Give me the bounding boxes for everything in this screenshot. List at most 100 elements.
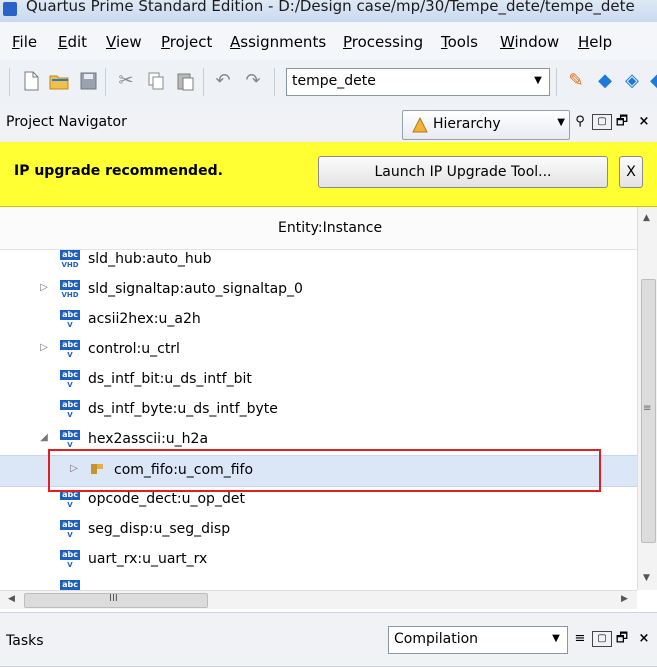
highlight-box — [48, 449, 601, 492]
tree-row-label: sld_signaltap:auto_signaltap_0 — [88, 281, 303, 297]
tree-row-label: uart_rx:u_uart_rx — [88, 551, 208, 567]
scroll-up-icon[interactable]: ▲ — [643, 213, 650, 223]
tasks-title: Tasks — [6, 633, 44, 649]
chevron-down-icon: ▼ — [552, 633, 560, 644]
chevron-down-icon: ▼ — [557, 117, 565, 128]
tree-row[interactable]: abc V ds_intf_bit:u_ds_intf_bit — [0, 365, 637, 395]
undo-icon[interactable]: ↶ — [212, 70, 234, 92]
toolbar-separator — [105, 68, 106, 96]
pin-icon[interactable]: ▢ — [592, 114, 612, 130]
open-folder-icon[interactable] — [48, 70, 70, 92]
collapse-arrow-icon[interactable]: ◢ — [38, 432, 50, 443]
project-combo-value: tempe_dete — [292, 73, 376, 89]
hierarchy-tree: Entity:Instance abc VHD sld_hub:auto_hub ▷ a… — [0, 207, 637, 590]
close-icon[interactable]: × — [636, 114, 652, 130]
tasks-flow-value: Compilation — [394, 631, 479, 647]
toolbar-grip — [9, 68, 10, 96]
float-window-icon[interactable]: 🗗 — [614, 631, 630, 647]
title-bar: Quartus Prime Standard Edition - D:/Desi… — [0, 0, 657, 22]
tree-row[interactable]: abc VHD sld_hub:auto_hub — [0, 245, 637, 275]
horizontal-scrollbar[interactable]: ◀ III ▶ — [0, 590, 637, 609]
verilog-file-icon: abcV — [60, 310, 80, 330]
pin-icon[interactable]: ▢ — [592, 631, 612, 647]
app-icon — [3, 2, 17, 16]
ip-upgrade-message: IP upgrade recommended. — [14, 163, 223, 179]
ip-upgrade-banner: IP upgrade recommended. Launch IP Upgrad… — [0, 142, 657, 207]
verilog-file-icon: abcV — [60, 430, 80, 450]
entity-instance-column: Entity:Instance — [278, 220, 383, 236]
tree-row-label: ds_intf_byte:u_ds_intf_byte — [88, 401, 278, 417]
menu-help[interactable]: Help — [578, 33, 612, 51]
more-toolbar-icon[interactable]: ◆ — [646, 70, 657, 92]
verilog-file-icon: abcV — [60, 580, 80, 590]
menu-assignments[interactable]: Assignments — [230, 33, 326, 51]
redo-icon[interactable]: ↷ — [242, 70, 264, 92]
hierarchy-dropdown[interactable]: Hierarchy ▼ — [402, 110, 570, 140]
tree-column-header[interactable]: Entity:Instance — [0, 207, 637, 250]
tree-row[interactable]: ▷ abc V control:u_ctrl — [0, 335, 637, 365]
tree-row[interactable]: abc V uart_rx:u_uart_rx — [0, 545, 637, 575]
verilog-file-icon: abcV — [60, 550, 80, 570]
tasks-header: Tasks Compilation ▼ ≡ ▢ 🗗 × — [0, 612, 657, 667]
project-combo[interactable]: tempe_dete ▼ — [286, 68, 550, 96]
tree-row-label: acsii2hex:u_a2h — [88, 311, 201, 327]
compile-diamond-icon[interactable]: ◆ — [594, 70, 616, 92]
hierarchy-label: Hierarchy — [433, 116, 501, 132]
tree-row[interactable]: abc V ds_intf_byte:u_ds_intf_byte — [0, 395, 637, 425]
new-file-icon[interactable] — [20, 70, 42, 92]
verilog-file-icon: abcV — [60, 490, 80, 510]
toolbar-separator-2 — [203, 68, 204, 96]
verilog-file-icon: abcV — [60, 370, 80, 390]
list-view-icon[interactable]: ≡ — [572, 631, 588, 647]
menu-bar: File Edit View Project Assignments Proce… — [0, 22, 657, 60]
menu-edit[interactable]: Edit — [58, 33, 87, 51]
scroll-down-icon[interactable]: ▼ — [643, 573, 650, 583]
analysis-diamond-icon[interactable]: ◈ — [621, 70, 643, 92]
tree-row[interactable]: abcV — [0, 575, 637, 590]
copy-icon[interactable] — [145, 70, 167, 92]
expand-arrow-icon[interactable]: ▷ — [38, 342, 50, 353]
menu-window[interactable]: Window — [500, 33, 559, 51]
vhdl-file-icon: abc VHD — [60, 250, 80, 269]
menu-processing[interactable]: Processing — [343, 33, 423, 51]
horizontal-scroll-thumb[interactable]: III — [24, 593, 208, 608]
search-icon[interactable]: ⚲ — [572, 114, 588, 130]
paste-icon[interactable] — [174, 70, 196, 92]
verilog-file-icon: abcV — [60, 340, 80, 360]
menu-file[interactable]: File — [12, 33, 37, 51]
tasks-flow-dropdown[interactable]: Compilation ▼ — [388, 626, 568, 654]
cut-icon[interactable]: ✂ — [115, 70, 137, 92]
vhdl-file-icon: abc VHD — [60, 280, 80, 299]
tree-row-label: seg_disp:u_seg_disp — [88, 521, 231, 537]
vertical-scrollbar[interactable]: ▲ ≡ ▼ — [637, 207, 657, 590]
tree-row[interactable]: abc V seg_disp:u_seg_disp — [0, 515, 637, 545]
scroll-grip: III — [109, 593, 118, 604]
tree-row-label: hex2asscii:u_h2a — [88, 431, 209, 447]
tree-row-label: sld_hub:auto_hub — [88, 251, 212, 267]
window-title: Quartus Prime Standard Edition - D:/Desi… — [26, 0, 635, 15]
toolbar-separator-4 — [556, 68, 557, 96]
save-icon[interactable] — [77, 70, 99, 92]
scroll-grip-icon: ≡ — [643, 403, 652, 414]
float-window-icon[interactable]: 🗗 — [614, 114, 630, 130]
tree-row-label: control:u_ctrl — [88, 341, 180, 357]
scroll-left-icon[interactable]: ◀ — [8, 594, 15, 604]
launch-ip-upgrade-button[interactable]: Launch IP Upgrade Tool... — [318, 156, 608, 188]
menu-project[interactable]: Project — [161, 33, 212, 51]
tree-row-label: opcode_dect:u_op_det — [88, 491, 245, 507]
tree-row-label: ds_intf_bit:u_ds_intf_bit — [88, 371, 252, 387]
project-navigator-header: Project Navigator Hierarchy ▼ ⚲ ▢ 🗗 × — [0, 104, 657, 143]
expand-arrow-icon[interactable]: ▷ — [38, 282, 50, 293]
verilog-file-icon: abcV — [60, 520, 80, 540]
chevron-down-icon: ▼ — [534, 75, 542, 86]
pen-icon[interactable]: ✎ — [565, 70, 587, 92]
banner-close-button[interactable]: X — [619, 156, 643, 188]
close-icon[interactable]: × — [636, 631, 652, 647]
toolbar-separator-3 — [274, 68, 275, 96]
project-navigator-title: Project Navigator — [6, 114, 127, 130]
menu-view[interactable]: View — [106, 33, 142, 51]
tree-row[interactable]: ▷ abc VHD sld_signaltap:auto_signaltap_0 — [0, 275, 637, 305]
scroll-right-icon[interactable]: ▶ — [621, 594, 628, 604]
menu-tools[interactable]: Tools — [441, 33, 478, 51]
tree-row[interactable]: abc V acsii2hex:u_a2h — [0, 305, 637, 335]
